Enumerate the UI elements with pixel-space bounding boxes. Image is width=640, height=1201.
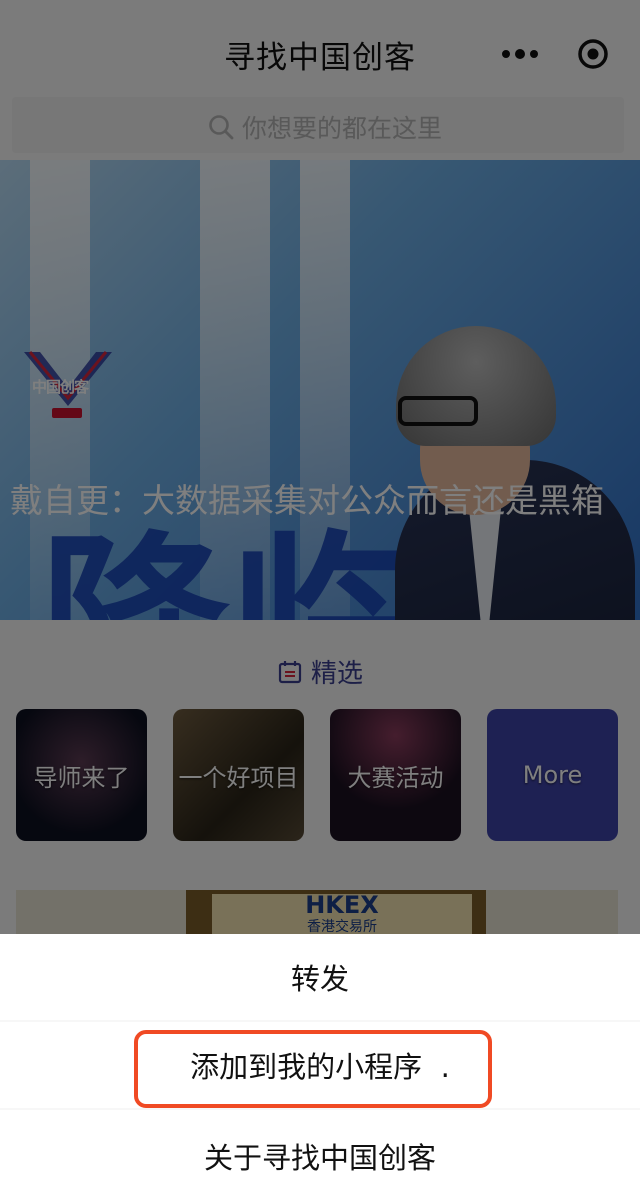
highlight-box	[134, 1030, 492, 1108]
mini-program-screen: 寻找中国创客 你想要的都在这里 降临 中国创客	[0, 0, 640, 1201]
action-share[interactable]: 转发	[0, 934, 640, 1020]
action-about[interactable]: 关于寻找中国创客	[0, 1110, 640, 1201]
